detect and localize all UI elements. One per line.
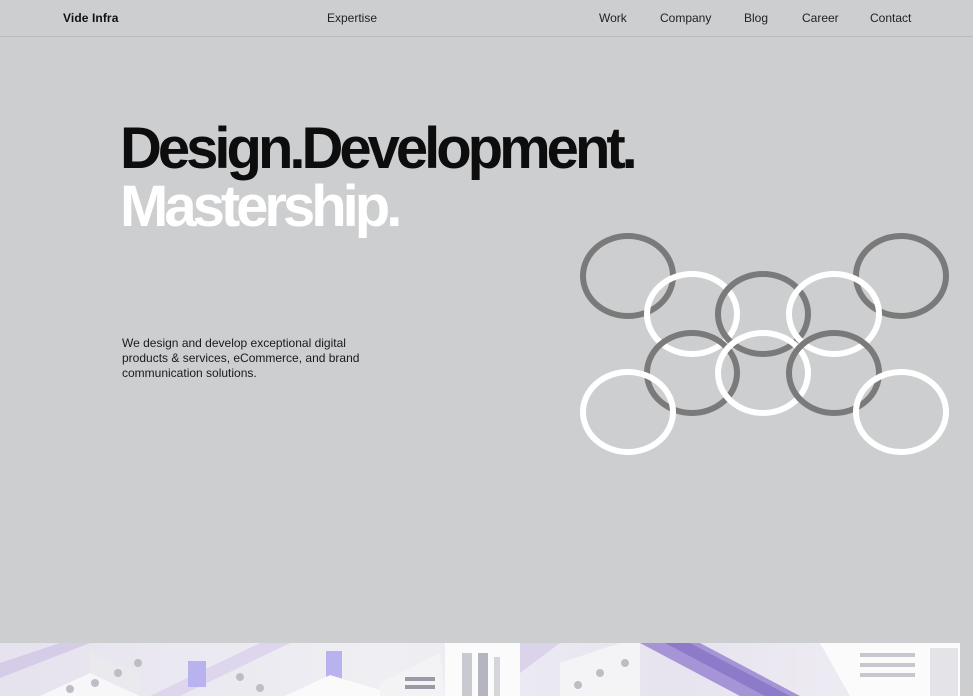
site-header: Vide Infra Expertise Work Company Blog C…: [0, 0, 973, 37]
hero-headline-primary: Design.Development.: [120, 116, 638, 181]
hero-description: We design and develop exceptional digita…: [122, 336, 360, 380]
ring-bottom-left: [580, 369, 676, 455]
ring-top-right: [853, 233, 949, 319]
isometric-city-illustration: [0, 643, 960, 696]
ring-bottom-right: [853, 369, 949, 455]
nav-link-work[interactable]: Work: [599, 11, 627, 25]
nav-link-company[interactable]: Company: [660, 11, 711, 25]
hero-illustration-banner: [0, 643, 960, 696]
interlocking-rings-graphic: [580, 233, 949, 455]
nav-link-career[interactable]: Career: [802, 11, 839, 25]
ring-lower-3: [786, 330, 882, 416]
ring-lower-1: [644, 330, 740, 416]
ring-lower-2: [715, 330, 811, 416]
nav-link-contact[interactable]: Contact: [870, 11, 911, 25]
hero-headline-secondary: Mastership.: [120, 174, 402, 239]
brand-logo-link[interactable]: Vide Infra: [63, 11, 118, 25]
banner-edge: [960, 643, 973, 696]
nav-link-blog[interactable]: Blog: [744, 11, 768, 25]
ring-top-left: [580, 233, 676, 319]
page: Vide Infra Expertise Work Company Blog C…: [0, 0, 973, 696]
nav-link-expertise[interactable]: Expertise: [327, 11, 377, 25]
